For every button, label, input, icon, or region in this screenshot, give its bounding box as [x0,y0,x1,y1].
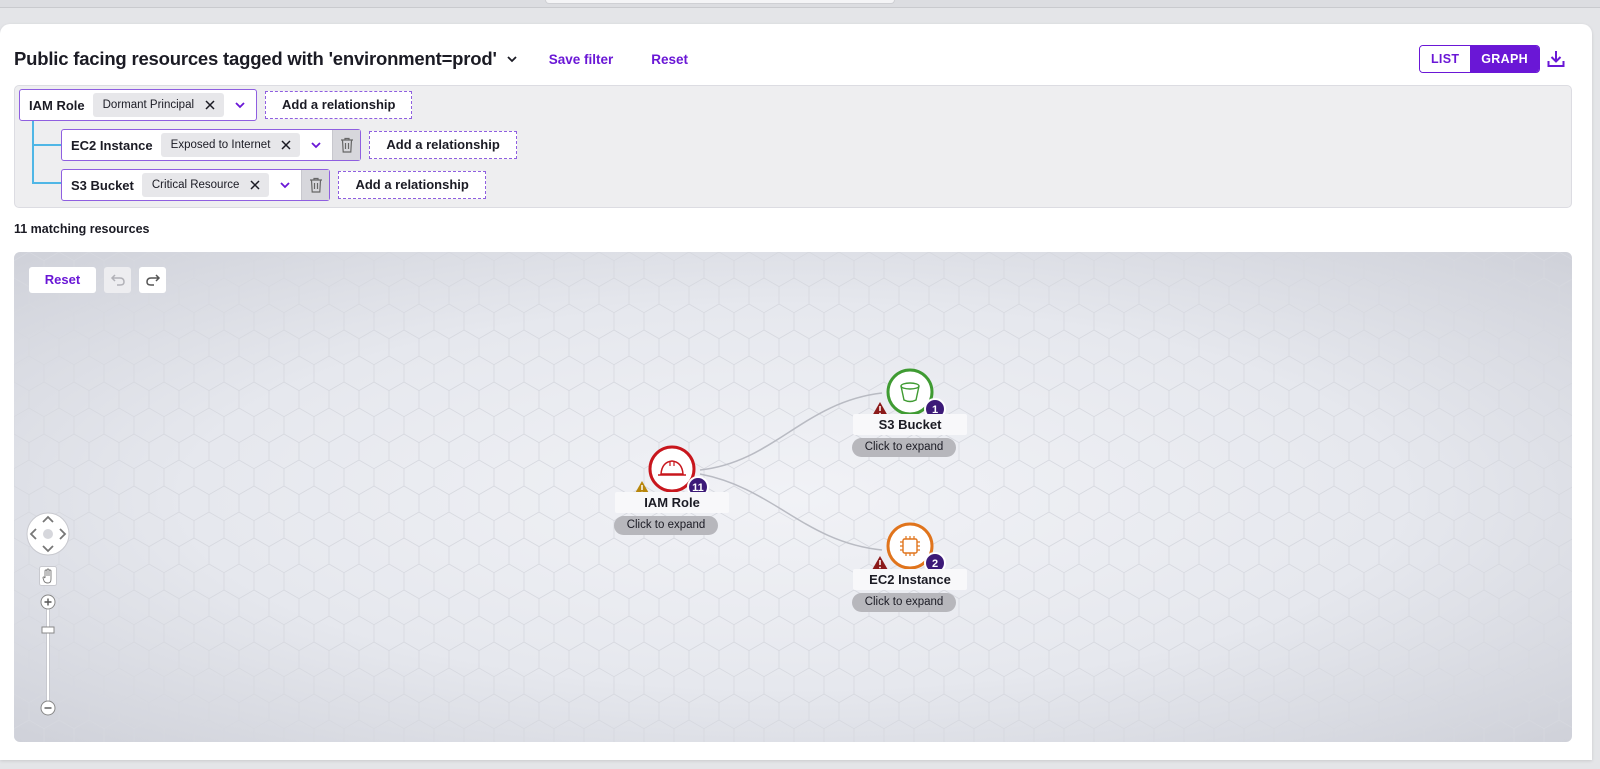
page-title: Public facing resources tagged with 'env… [14,48,497,69]
add-relationship-button[interactable]: Add a relationship [265,91,413,119]
filter-row: IAM Role Dormant Principal Add a relatio… [19,89,413,121]
redo-icon[interactable] [139,267,166,293]
node-label[interactable]: IAM Role [615,492,729,513]
remove-tag-icon[interactable] [280,139,292,151]
page-header: Public facing resources tagged with 'env… [14,44,688,74]
tree-connector [32,182,62,184]
filter-row: S3 Bucket Critical Resource Add a relati… [61,169,486,201]
node-label[interactable]: S3 Bucket [853,414,967,435]
pan-control-icon[interactable] [26,512,70,556]
undo-icon[interactable] [104,267,131,293]
top-handle [545,0,895,4]
condition-tag: Exposed to Internet [160,133,301,157]
zoom-slider[interactable] [40,594,56,716]
entity-selector[interactable]: IAM Role Dormant Principal [19,89,258,121]
tag-label: Dormant Principal [102,99,195,111]
add-relationship-button[interactable]: Add a relationship [369,131,517,159]
graph-canvas[interactable]: 11 1 2 IAM Role Click to expand S3 Bucke… [14,252,1572,742]
trash-icon[interactable] [301,170,330,200]
filter-builder: IAM Role Dormant Principal Add a relatio… [14,85,1572,208]
entity-name: IAM Role [29,97,85,113]
zoom-handle [41,626,55,634]
download-icon[interactable] [1545,48,1567,70]
expand-pill[interactable]: Click to expand [614,516,718,535]
tag-label: Exposed to Internet [170,139,271,151]
expand-pill[interactable]: Click to expand [852,593,956,612]
tree-connector [32,120,34,184]
chevron-down-icon[interactable] [300,130,332,160]
entity-name: EC2 Instance [71,137,153,153]
add-relationship-button[interactable]: Add a relationship [338,171,486,199]
chevron-down-icon[interactable] [224,90,256,120]
hex-grid: 11 1 2 [14,252,1572,742]
browser-top-bar [0,0,1600,8]
chevron-down-icon[interactable] [505,52,519,66]
result-count: 11 matching resources [14,222,150,236]
hand-icon[interactable] [39,566,57,586]
reset-button[interactable]: Reset [651,52,688,67]
list-view-button[interactable]: LIST [1420,46,1471,72]
tree-connector [32,144,62,146]
view-toggle: LIST GRAPH [1419,45,1540,73]
node-label[interactable]: EC2 Instance [853,569,967,590]
graph-view-button[interactable]: GRAPH [1470,46,1539,72]
filter-row: EC2 Instance Exposed to Internet Add a r… [61,129,517,161]
trash-icon[interactable] [332,130,361,160]
chevron-down-icon[interactable] [269,170,301,200]
graph-reset-button[interactable]: Reset [29,267,96,293]
entity-selector[interactable]: S3 Bucket Critical Resource [61,169,331,201]
save-filter-button[interactable]: Save filter [549,52,614,67]
entity-name: S3 Bucket [71,177,134,193]
expand-pill[interactable]: Click to expand [852,438,956,457]
condition-tag: Dormant Principal [92,93,225,117]
remove-tag-icon[interactable] [249,179,261,191]
tag-label: Critical Resource [151,179,240,191]
entity-selector[interactable]: EC2 Instance Exposed to Internet [61,129,362,161]
remove-tag-icon[interactable] [204,99,216,111]
condition-tag: Critical Resource [141,173,270,197]
